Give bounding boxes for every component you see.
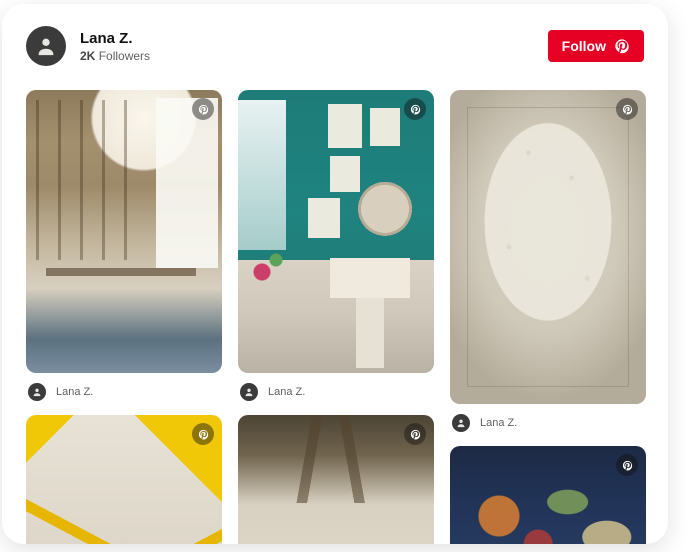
follow-button[interactable]: Follow	[548, 30, 644, 62]
creator-name[interactable]: Lana Z.	[80, 30, 150, 47]
pin-attribution[interactable]: Lana Z.	[450, 404, 646, 446]
pin-attribution-name: Lana Z.	[56, 386, 93, 398]
person-icon	[456, 418, 466, 428]
profile-card: Lana Z. 2K Followers Follow	[2, 4, 668, 544]
pinterest-icon	[622, 104, 633, 115]
pin-attribution[interactable]: Lana Z.	[238, 373, 434, 415]
pin-attribution-name: Lana Z.	[480, 417, 517, 429]
pinterest-icon	[410, 429, 421, 440]
grid-column: Lana Z.	[450, 90, 646, 544]
avatar-small	[28, 383, 46, 401]
followers-line: 2K Followers	[80, 49, 150, 63]
pin[interactable]	[238, 90, 434, 373]
avatar[interactable]	[26, 26, 66, 66]
save-badge[interactable]	[616, 454, 638, 476]
followers-count: 2K	[80, 49, 95, 63]
pin[interactable]	[26, 415, 222, 544]
save-badge[interactable]	[404, 98, 426, 120]
pinterest-icon	[198, 104, 209, 115]
save-badge[interactable]	[192, 98, 214, 120]
pinterest-icon	[198, 429, 209, 440]
header: Lana Z. 2K Followers Follow	[26, 26, 644, 66]
pin[interactable]	[450, 446, 646, 544]
avatar-small	[240, 383, 258, 401]
pin[interactable]	[238, 415, 434, 544]
person-icon	[35, 35, 57, 57]
pin[interactable]	[450, 90, 646, 404]
avatar-small	[452, 414, 470, 432]
save-badge[interactable]	[404, 423, 426, 445]
pinterest-icon	[614, 38, 630, 54]
creator-block[interactable]: Lana Z. 2K Followers	[26, 26, 150, 66]
follow-button-label: Follow	[562, 38, 606, 54]
pin-grid: Lana Z. Lana Z.	[26, 90, 644, 544]
followers-label: Followers	[99, 49, 150, 63]
pin-attribution[interactable]: Lana Z.	[26, 373, 222, 415]
creator-text: Lana Z. 2K Followers	[80, 30, 150, 63]
person-icon	[32, 387, 42, 397]
person-icon	[244, 387, 254, 397]
save-badge[interactable]	[616, 98, 638, 120]
grid-column: Lana Z.	[26, 90, 222, 544]
pin[interactable]	[26, 90, 222, 373]
grid-column: Lana Z.	[238, 90, 434, 544]
pinterest-icon	[622, 460, 633, 471]
pin-attribution-name: Lana Z.	[268, 386, 305, 398]
save-badge[interactable]	[192, 423, 214, 445]
pinterest-icon	[410, 104, 421, 115]
